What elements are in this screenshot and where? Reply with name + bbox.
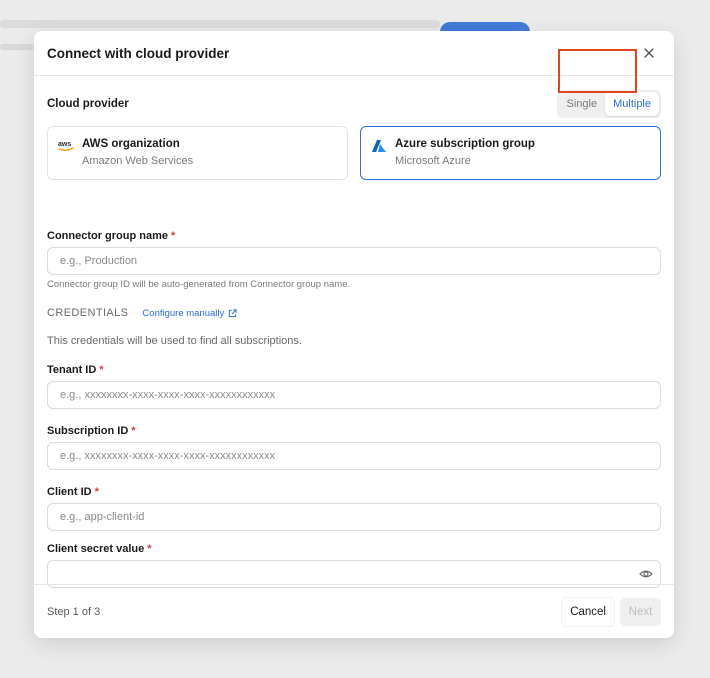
card-subtitle: Amazon Web Services (82, 155, 194, 167)
single-multiple-toggle: Single Multiple (556, 90, 661, 118)
close-icon (644, 48, 654, 58)
configure-manually-link[interactable]: Configure manually (142, 308, 237, 319)
svg-text:aws: aws (58, 141, 71, 148)
connector-group-hint: Connector group ID will be auto-generate… (47, 279, 351, 290)
dialog-title: Connect with cloud provider (47, 45, 230, 61)
client-id-input[interactable] (47, 503, 661, 531)
connector-group-name-input[interactable] (47, 247, 661, 275)
step-indicator: Step 1 of 3 (47, 605, 101, 618)
toggle-single[interactable]: Single (559, 92, 606, 116)
card-title: AWS organization (82, 138, 180, 150)
required-mark: * (147, 543, 152, 555)
credentials-section-header: CREDENTIALS Configure manually (47, 307, 237, 319)
next-button[interactable]: Next (620, 597, 661, 626)
configure-manually-label: Configure manually (142, 307, 225, 319)
client-secret-label: Client secret value * (47, 543, 152, 555)
dialog-footer: Step 1 of 3 Cancel Next (34, 584, 674, 638)
field-label-text: Tenant ID (47, 364, 97, 376)
provider-card-aws[interactable]: aws AWS organization Amazon Web Services (47, 126, 348, 180)
card-subtitle: Microsoft Azure (395, 155, 471, 167)
card-text: AWS organization Amazon Web Services (82, 138, 193, 168)
provider-card-azure[interactable]: Azure subscription group Microsoft Azure (360, 126, 661, 180)
azure-logo-icon (372, 140, 386, 152)
credentials-title: CREDENTIALS (47, 307, 129, 319)
cancel-button[interactable]: Cancel (562, 597, 614, 626)
eye-icon[interactable] (639, 567, 653, 581)
tenant-id-input[interactable] (47, 381, 661, 409)
subscription-id-input[interactable] (47, 442, 661, 470)
footer-actions: Cancel Next (562, 597, 661, 626)
required-mark: * (131, 425, 136, 437)
aws-logo-icon: aws (58, 141, 74, 151)
required-mark: * (94, 486, 99, 498)
cloud-provider-label: Cloud provider (47, 98, 129, 110)
toggle-multiple[interactable]: Multiple (605, 92, 659, 116)
connector-group-label: Connector group name * (47, 230, 175, 242)
field-label-text: Connector group name (47, 230, 169, 242)
required-mark: * (99, 364, 104, 376)
card-title: Azure subscription group (395, 138, 535, 150)
credentials-description: This credentials will be used to find al… (47, 335, 302, 347)
subscription-id-label: Subscription ID * (47, 425, 136, 437)
field-label-text: Client ID (47, 486, 92, 498)
external-link-icon (229, 308, 237, 317)
background-page-bar (0, 20, 440, 28)
background-page-bar (0, 44, 34, 50)
dialog-header: Connect with cloud provider (34, 31, 674, 76)
required-mark: * (171, 230, 176, 242)
tenant-id-label: Tenant ID * (47, 364, 104, 376)
connect-cloud-provider-dialog: Connect with cloud provider Cloud provid… (34, 31, 674, 638)
close-button[interactable] (637, 41, 661, 65)
field-label-text: Subscription ID (47, 425, 129, 437)
card-text: Azure subscription group Microsoft Azure (395, 138, 535, 168)
field-label-text: Client secret value (47, 543, 145, 555)
cloud-provider-row: Cloud provider Single Multiple (47, 89, 661, 119)
provider-cards: aws AWS organization Amazon Web Services… (47, 126, 661, 180)
client-id-label: Client ID * (47, 486, 99, 498)
